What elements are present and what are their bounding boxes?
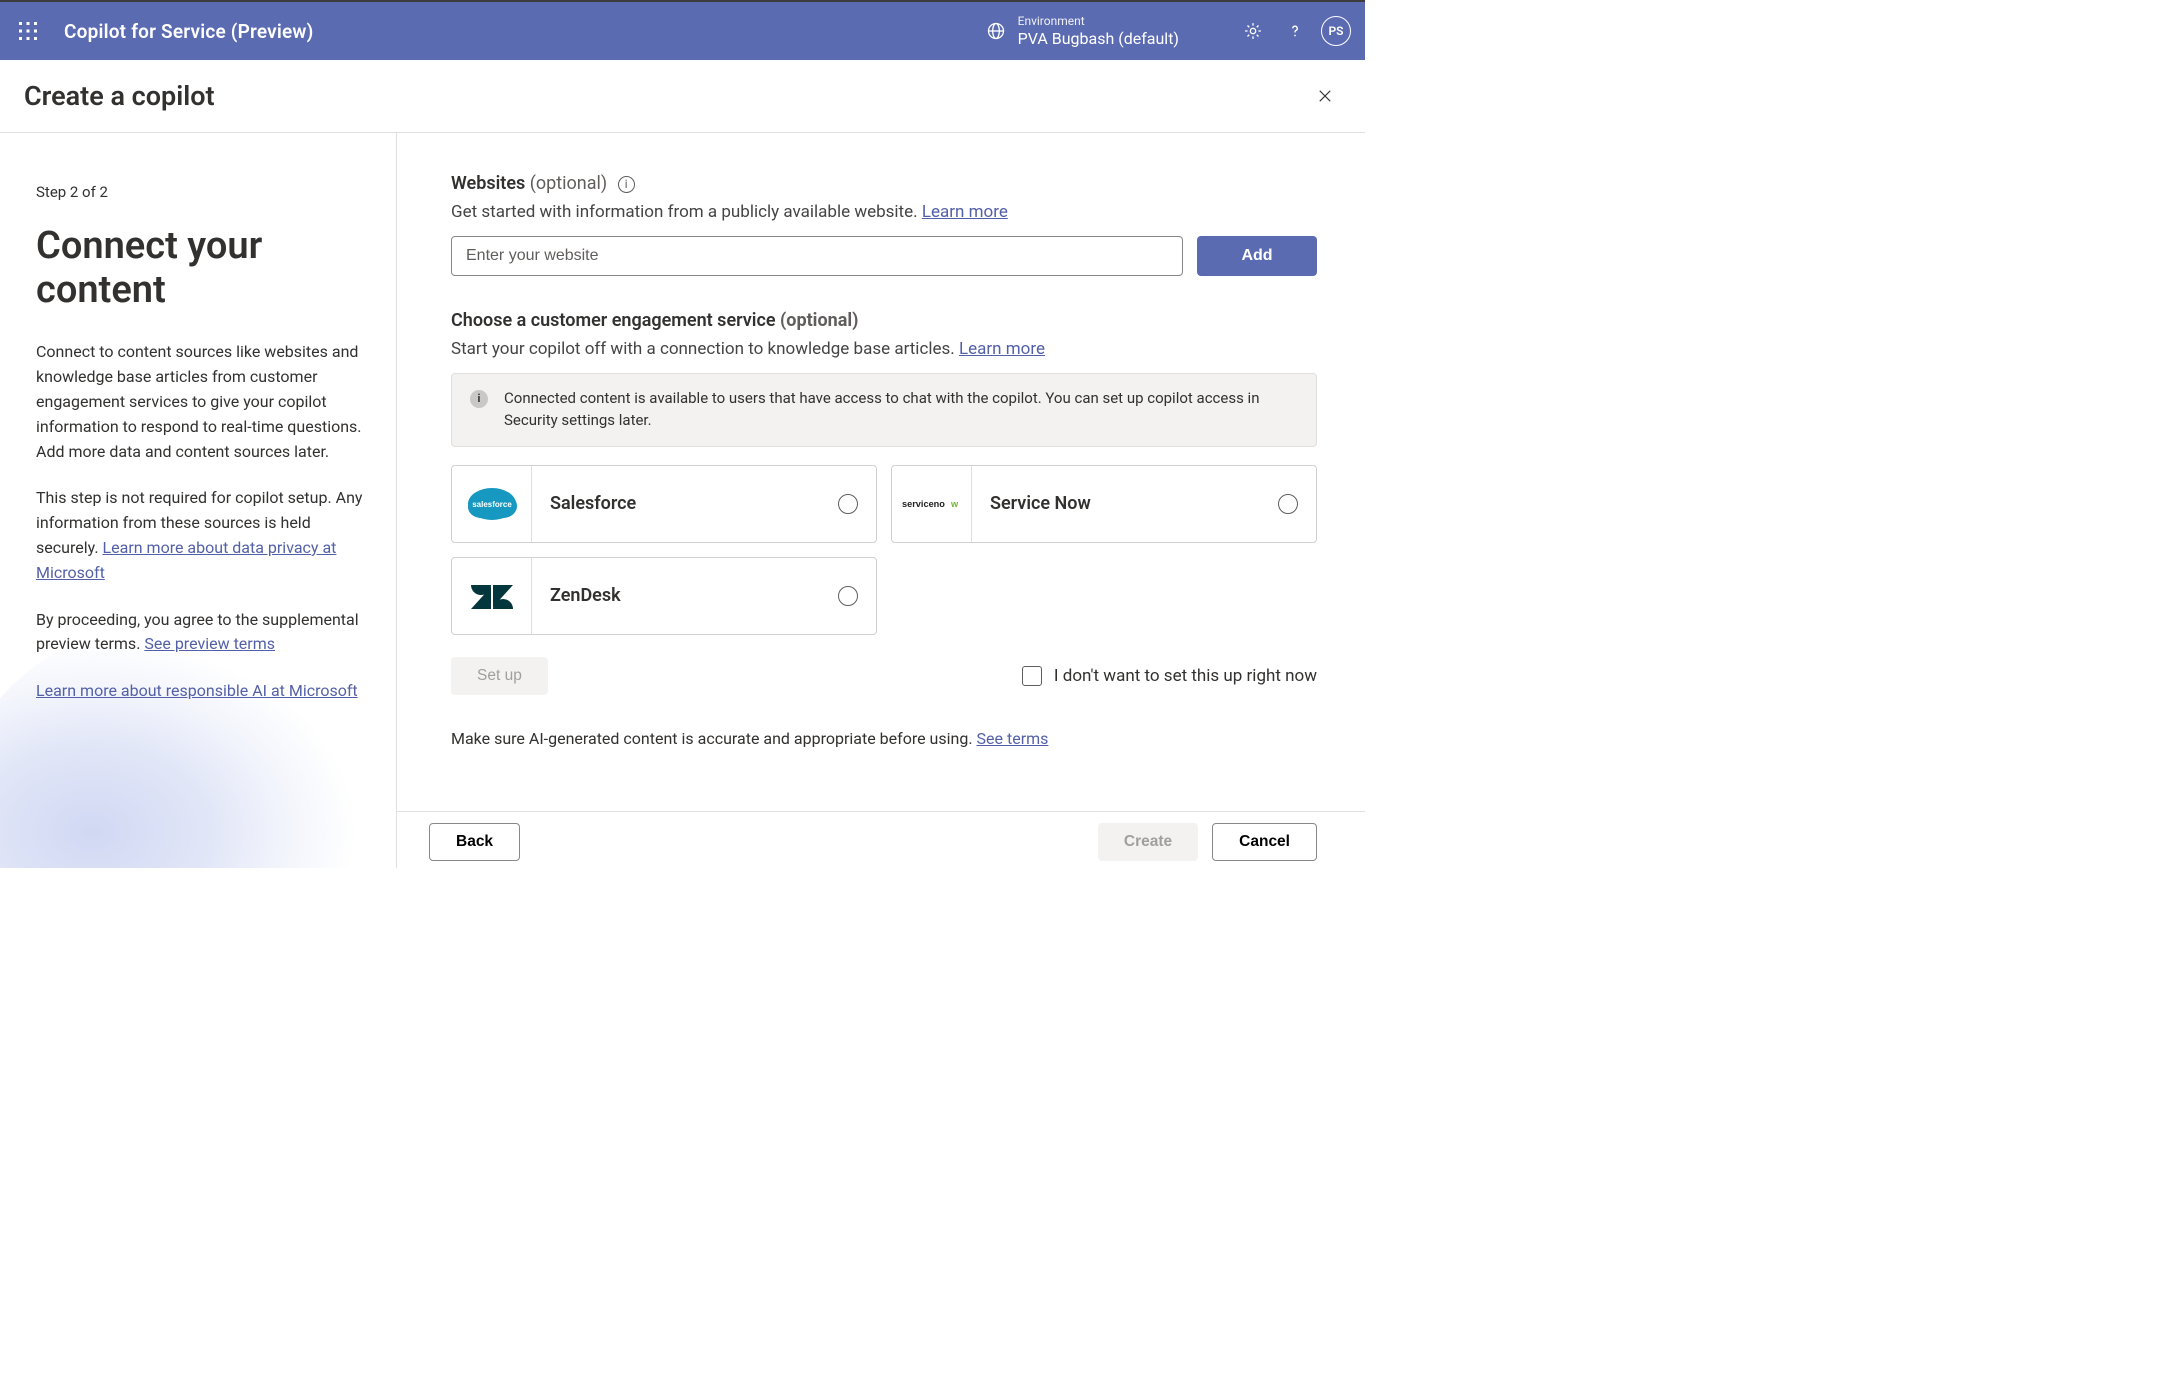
dialog-close-button[interactable] xyxy=(1309,80,1341,112)
ces-label-optional: (optional) xyxy=(776,310,859,331)
environment-name: PVA Bugbash (default) xyxy=(1018,29,1179,48)
step-description-4: Learn more about responsible AI at Micro… xyxy=(36,679,366,704)
websites-label: Websites (optional) i xyxy=(451,173,1317,194)
ces-info-banner: i Connected content is available to user… xyxy=(451,373,1317,447)
websites-learn-more-link[interactable]: Learn more xyxy=(922,202,1008,222)
ces-option-salesforce[interactable]: salesforce Salesforce xyxy=(451,465,877,543)
info-icon: i xyxy=(470,390,488,408)
user-avatar[interactable]: PS xyxy=(1321,16,1351,46)
ces-description: Start your copilot off with a connection… xyxy=(451,339,1317,359)
see-terms-link[interactable]: See terms xyxy=(977,729,1049,748)
create-button: Create xyxy=(1098,823,1198,861)
app-title: Copilot for Service (Preview) xyxy=(64,20,314,43)
step-description-3: By proceeding, you agree to the suppleme… xyxy=(36,608,366,658)
wizard-footer: Back Create Cancel xyxy=(397,811,1365,871)
globe-icon xyxy=(986,21,1006,41)
ces-label: Choose a customer engagement service (op… xyxy=(451,310,1317,331)
gear-icon xyxy=(1243,21,1263,41)
close-icon xyxy=(1316,87,1334,105)
ai-content-footnote: Make sure AI-generated content is accura… xyxy=(451,729,1317,748)
environment-label: Environment xyxy=(1018,14,1179,28)
wizard-right-panel: Websites (optional) i Get started with i… xyxy=(397,133,1365,868)
dialog-header: Create a copilot xyxy=(0,60,1365,133)
app-topbar: Copilot for Service (Preview) Environmen… xyxy=(0,0,1365,60)
svg-text:w: w xyxy=(950,499,959,509)
websites-desc-text: Get started with information from a publ… xyxy=(451,202,922,222)
wizard-left-panel: Step 2 of 2 Connect your content Connect… xyxy=(0,133,397,868)
ces-option-zendesk[interactable]: ZenDesk xyxy=(451,557,877,635)
settings-button[interactable] xyxy=(1237,15,1269,47)
ces-label-bold: Choose a customer engagement service xyxy=(451,310,776,331)
step-label: Step 2 of 2 xyxy=(36,183,366,201)
ces-info-text: Connected content is available to users … xyxy=(504,388,1298,432)
servicenow-logo-icon: serviceno w xyxy=(892,466,972,542)
skip-setup-label: I don't want to set this up right now xyxy=(1054,666,1317,686)
add-website-button[interactable]: Add xyxy=(1197,236,1317,276)
back-button[interactable]: Back xyxy=(429,823,520,861)
zendesk-logo-icon xyxy=(452,558,532,634)
websites-description: Get started with information from a publ… xyxy=(451,202,1317,222)
footnote-text: Make sure AI-generated content is accura… xyxy=(451,729,977,748)
app-launcher-button[interactable] xyxy=(14,17,42,45)
ces-option-servicenow[interactable]: serviceno w Service Now xyxy=(891,465,1317,543)
svg-text:salesforce: salesforce xyxy=(472,500,512,509)
waffle-icon xyxy=(19,22,37,40)
ces-option-radio[interactable] xyxy=(838,586,858,606)
step-description-1: Connect to content sources like websites… xyxy=(36,340,366,464)
ces-option-label: Service Now xyxy=(972,493,1278,514)
ces-option-radio[interactable] xyxy=(1278,494,1298,514)
website-url-input[interactable] xyxy=(451,236,1183,276)
ces-option-radio[interactable] xyxy=(838,494,858,514)
websites-label-optional: (optional) xyxy=(525,173,607,194)
cancel-button[interactable]: Cancel xyxy=(1212,823,1317,861)
help-button[interactable] xyxy=(1279,15,1311,47)
ces-option-label: Salesforce xyxy=(532,493,838,514)
preview-terms-link[interactable]: See preview terms xyxy=(144,634,275,653)
ces-learn-more-link[interactable]: Learn more xyxy=(959,339,1045,359)
environment-selector[interactable]: Environment PVA Bugbash (default) xyxy=(986,14,1179,48)
ces-desc-text: Start your copilot off with a connection… xyxy=(451,339,959,359)
responsible-ai-link[interactable]: Learn more about responsible AI at Micro… xyxy=(36,681,358,700)
websites-label-bold: Websites xyxy=(451,173,525,194)
step-heading: Connect your content xyxy=(36,225,366,312)
checkbox-icon xyxy=(1022,666,1042,686)
svg-text:serviceno: serviceno xyxy=(902,499,945,509)
help-icon xyxy=(1286,22,1304,40)
setup-button: Set up xyxy=(451,657,548,695)
ces-option-label: ZenDesk xyxy=(532,585,838,606)
skip-setup-checkbox[interactable]: I don't want to set this up right now xyxy=(1022,666,1317,686)
salesforce-logo-icon: salesforce xyxy=(452,466,532,542)
dialog-title: Create a copilot xyxy=(24,80,215,112)
info-icon[interactable]: i xyxy=(618,176,635,193)
step-description-2: This step is not required for copilot se… xyxy=(36,486,366,585)
